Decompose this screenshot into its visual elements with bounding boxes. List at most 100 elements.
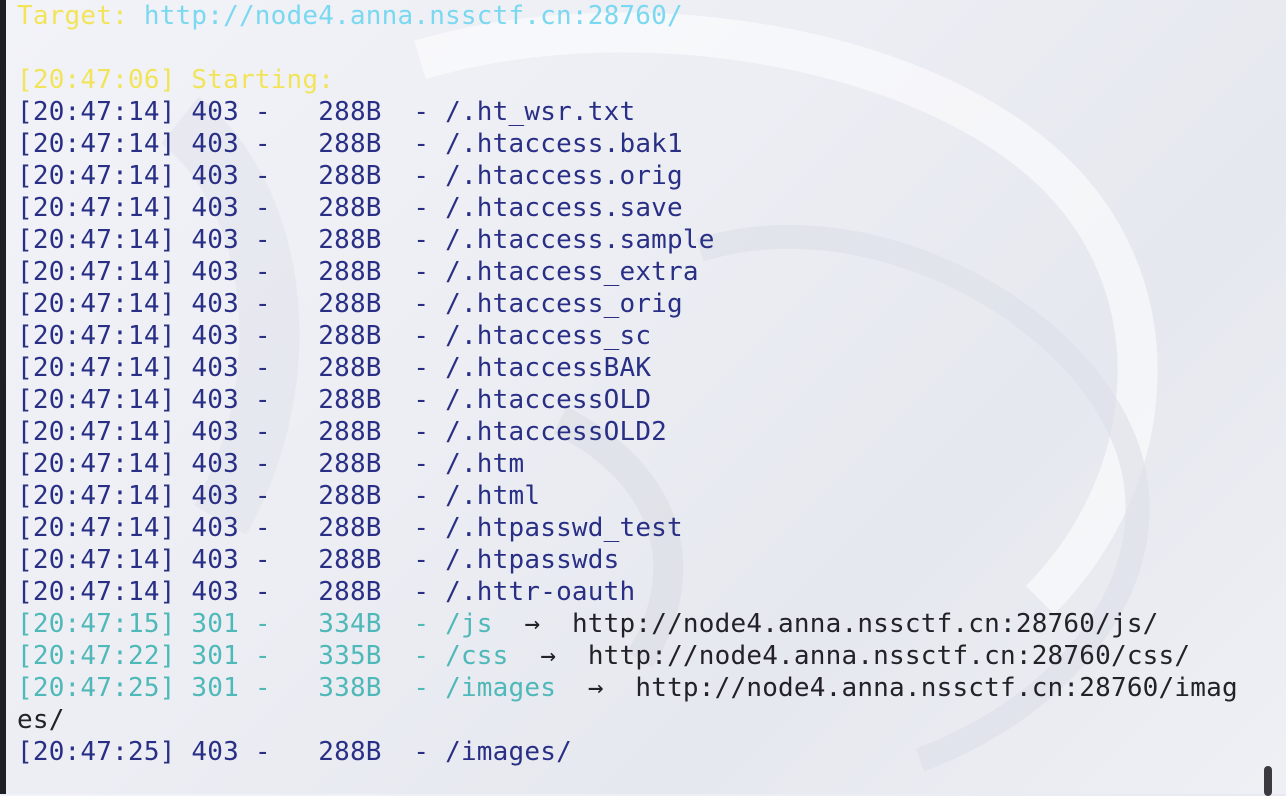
redirect-line: [20:47:25] 301 - 338B - /images → http:/… <box>17 673 1238 703</box>
terminal-output: Target: http://node4.anna.nssctf.cn:2876… <box>17 0 1267 794</box>
result-time: [20:47:14] <box>17 385 176 415</box>
result-path: /css <box>445 641 509 671</box>
result-line: [20:47:14] 403 - 288B - /.htaccess.bak1 <box>17 129 683 159</box>
result-path: /.htaccess.bak1 <box>445 129 683 159</box>
result-size: 288B <box>318 513 382 543</box>
target-line: Target: http://node4.anna.nssctf.cn:2876… <box>17 0 1267 32</box>
result-line: [20:47:14] 403 - 288B - /.htpasswd_test <box>17 513 683 543</box>
result-time: [20:47:14] <box>17 513 176 543</box>
result-time: [20:47:14] <box>17 353 176 383</box>
result-time: [20:47:14] <box>17 129 176 159</box>
result-code: 403 <box>191 449 239 479</box>
result-code: 403 <box>191 513 239 543</box>
window-left-border <box>0 0 6 794</box>
result-code: 403 <box>191 577 239 607</box>
redirect-line-wrap: es/ <box>17 704 1267 736</box>
starting-line: [20:47:06] Starting: <box>17 65 335 95</box>
result-time: [20:47:14] <box>17 289 176 319</box>
result-line: [20:47:14] 403 - 288B - /.httr-oauth <box>17 577 636 607</box>
result-time: [20:47:14] <box>17 97 176 127</box>
result-path: /.htaccess.orig <box>445 161 683 191</box>
result-size: 288B <box>318 353 382 383</box>
result-path: /images/ <box>445 737 572 767</box>
result-code: 403 <box>191 257 239 287</box>
redirect-destination: http://node4.anna.nssctf.cn:28760/js/ <box>571 609 1159 639</box>
result-line: [20:47:14] 403 - 288B - /.ht_wsr.txt <box>17 97 636 127</box>
result-size: 288B <box>318 97 382 127</box>
result-code: 301 <box>191 641 239 671</box>
result-time: [20:47:14] <box>17 449 176 479</box>
result-code: 403 <box>191 225 239 255</box>
redirect-line: [20:47:22] 301 - 335B - /css → http://no… <box>17 641 1191 671</box>
result-code: 403 <box>191 353 239 383</box>
redirect-destination: http://node4.anna.nssctf.cn:28760/css/ <box>587 641 1191 671</box>
result-time: [20:47:14] <box>17 257 176 287</box>
result-size: 288B <box>318 321 382 351</box>
result-code: 403 <box>191 129 239 159</box>
result-path: /.httr-oauth <box>445 577 636 607</box>
result-time: [20:47:14] <box>17 161 176 191</box>
result-path: /.htaccess.save <box>445 193 683 223</box>
redirect-destination: http://node4.anna.nssctf.cn:28760/imag <box>635 673 1238 703</box>
result-time: [20:47:25] <box>17 673 176 703</box>
result-code: 403 <box>191 193 239 223</box>
scrollbar-thumb[interactable] <box>1264 766 1272 796</box>
result-path: /.htaccess_orig <box>445 289 683 319</box>
result-path: /.html <box>445 481 541 511</box>
result-path: /.htaccess.sample <box>445 225 715 255</box>
result-time: [20:47:14] <box>17 321 176 351</box>
result-code: 403 <box>191 97 239 127</box>
result-size: 288B <box>318 193 382 223</box>
result-path: /.htpasswd_test <box>445 513 683 543</box>
result-code: 301 <box>191 609 239 639</box>
result-code: 403 <box>191 289 239 319</box>
result-time: [20:47:25] <box>17 737 176 767</box>
result-time: [20:47:14] <box>17 225 176 255</box>
result-size: 288B <box>318 545 382 575</box>
result-code: 403 <box>191 545 239 575</box>
redirect-arrow-icon: → <box>524 609 541 639</box>
result-path: /.htaccessOLD <box>445 385 652 415</box>
result-path: /js <box>445 609 493 639</box>
result-size: 288B <box>318 257 382 287</box>
result-size: 288B <box>318 289 382 319</box>
result-size: 288B <box>318 385 382 415</box>
result-code: 403 <box>191 385 239 415</box>
result-path: /.htaccess_extra <box>445 257 699 287</box>
result-time: [20:47:14] <box>17 417 176 447</box>
result-time: [20:47:14] <box>17 481 176 511</box>
result-line: [20:47:14] 403 - 288B - /.htaccessOLD <box>17 385 652 415</box>
redirect-arrow-icon: → <box>540 641 557 671</box>
result-path: /.htpasswds <box>445 545 620 575</box>
result-path: /images <box>445 673 557 703</box>
result-size: 288B <box>318 225 382 255</box>
redirect-results: [20:47:15] 301 - 334B - /js → http://nod… <box>17 608 1267 736</box>
result-line: [20:47:14] 403 - 288B - /.htpasswds <box>17 545 620 575</box>
result-line: [20:47:14] 403 - 288B - /.htaccessBAK <box>17 353 652 383</box>
result-code: 403 <box>191 161 239 191</box>
result-size: 334B <box>318 609 382 639</box>
result-size: 288B <box>318 417 382 447</box>
result-size: 288B <box>318 161 382 191</box>
result-size: 288B <box>318 737 382 767</box>
result-line: [20:47:14] 403 - 288B - /.htaccessOLD2 <box>17 417 668 447</box>
result-time: [20:47:15] <box>17 609 176 639</box>
redirect-arrow-icon: → <box>587 673 604 703</box>
result-time: [20:47:14] <box>17 193 176 223</box>
result-line: [20:47:14] 403 - 288B - /.htm <box>17 449 525 479</box>
target-label: Target: <box>17 1 144 31</box>
result-line: [20:47:14] 403 - 288B - /.htaccess.sampl… <box>17 225 715 255</box>
result-size: 288B <box>318 129 382 159</box>
result-code: 403 <box>191 321 239 351</box>
result-size: 288B <box>318 481 382 511</box>
result-line: [20:47:14] 403 - 288B - /.htaccess.orig <box>17 161 683 191</box>
target-url: http://node4.anna.nssctf.cn:28760/ <box>143 1 683 31</box>
result-path: /.htaccessBAK <box>445 353 652 383</box>
result-time: [20:47:14] <box>17 577 176 607</box>
redirect-line: [20:47:15] 301 - 334B - /js → http://nod… <box>17 609 1159 639</box>
result-size: 288B <box>318 449 382 479</box>
result-line-last: [20:47:25] 403 - 288B - /images/ <box>17 737 572 767</box>
result-code: 403 <box>191 417 239 447</box>
result-time: [20:47:22] <box>17 641 176 671</box>
